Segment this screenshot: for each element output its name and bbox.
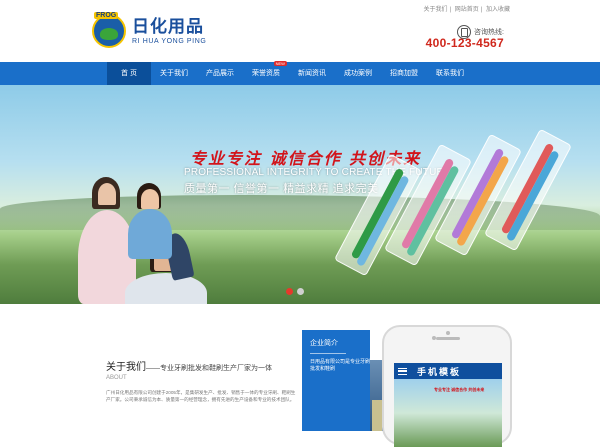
slide-dot-2[interactable] bbox=[297, 288, 304, 295]
nav-item-cases[interactable]: 成功案例 bbox=[335, 62, 381, 85]
logo-text: 日化用品 RI HUA YONG PING bbox=[132, 16, 207, 45]
mobile-preview: 手机模板 专业专注 诚信合作 共创未来 bbox=[382, 325, 512, 447]
menu-icon[interactable] bbox=[398, 367, 407, 375]
nav-label: 新闻资讯 bbox=[297, 70, 326, 77]
nav-item-about[interactable]: 关于我们 bbox=[151, 62, 197, 85]
phone-screen-header: 手机模板 bbox=[394, 363, 502, 379]
nav-item-contact[interactable]: 联系我们 bbox=[427, 62, 473, 85]
nav-label: 荣誉资质 bbox=[251, 70, 280, 77]
intro-text: 日用品有限公司是专业牙刷批发和鞋刷 bbox=[310, 359, 371, 372]
banner-child-face bbox=[141, 189, 159, 209]
phone-screen: 手机模板 专业专注 诚信合作 共创未来 bbox=[394, 363, 502, 447]
logo-badge-text: FROG bbox=[94, 12, 119, 19]
nav-item-honors[interactable]: 荣誉资质 NEW bbox=[243, 61, 289, 85]
nav-item-home[interactable]: 首 页 bbox=[107, 62, 151, 85]
nav-item-franchise[interactable]: 招商加盟 bbox=[381, 62, 427, 85]
site-header: FROG 日化用品 RI HUA YONG PING 关于我们 | 网站首页 | 加… bbox=[0, 0, 600, 62]
nav-label: 关于我们 bbox=[159, 70, 188, 77]
nav-item-news[interactable]: 新闻资讯 bbox=[289, 62, 335, 85]
nav-label: 招商加盟 bbox=[389, 70, 418, 77]
toplink-home[interactable]: 网站首页 bbox=[455, 7, 479, 13]
banner-father-figure bbox=[125, 273, 207, 304]
about-subtitle: ——专业牙刷批发和鞋刷生产厂家为一体 bbox=[146, 365, 272, 372]
phone-screen-banner: 专业专注 诚信合作 共创未来 bbox=[394, 379, 502, 447]
main-nav: 首 页 关于我们 产品展示 荣誉资质 NEW 新闻资讯 成功案例 招商加盟 联系我… bbox=[0, 61, 600, 85]
phone-screen-title: 手机模板 bbox=[417, 367, 462, 378]
about-section: 关于我们——专业牙刷批发和鞋刷生产厂家为一体 ABOUT 广州日化用品有限公司创… bbox=[106, 358, 296, 403]
nav-label: 联系我们 bbox=[435, 70, 464, 77]
logo-pinyin: RI HUA YONG PING bbox=[132, 37, 207, 45]
frog-face-shape bbox=[100, 28, 118, 40]
banner-mother-face bbox=[98, 183, 116, 205]
nav-label: 产品展示 bbox=[205, 70, 234, 77]
phone-speaker bbox=[436, 337, 460, 340]
banner-child-figure bbox=[128, 209, 172, 259]
toplink-favorite[interactable]: 加入收藏 bbox=[486, 7, 510, 13]
new-badge: NEW bbox=[273, 61, 287, 66]
phone-banner-slogan: 专业专注 诚信合作 共创未来 bbox=[434, 387, 485, 392]
company-intro-panel[interactable]: 企业简介 日用品有限公司是专业牙刷批发和鞋刷 bbox=[302, 330, 370, 431]
top-links: 关于我们 | 网站首页 | 加入收藏 bbox=[423, 7, 510, 13]
slide-dot-1[interactable] bbox=[286, 288, 293, 295]
banner-subslogan: 质量第一 信誉第一 精益求精 追求完美 bbox=[184, 183, 379, 195]
building-base-image bbox=[372, 400, 382, 431]
intro-title: 企业简介 bbox=[310, 340, 338, 347]
about-label: ABOUT bbox=[106, 375, 127, 381]
nav-label: 成功案例 bbox=[343, 70, 372, 77]
banner-pagination bbox=[286, 288, 304, 295]
about-text: 广州日化用品有限公司创建于2005年，是集研发生产、批发、销售于一体的专业牙刷、… bbox=[106, 390, 296, 402]
hero-banner[interactable]: 专业专注 诚信合作 共创未来 PROFESSIONAL INTEGRITY TO… bbox=[0, 85, 600, 304]
intro-divider bbox=[310, 353, 346, 354]
toplink-about[interactable]: 关于我们 bbox=[423, 7, 447, 13]
about-title[interactable]: 关于我们 bbox=[106, 362, 146, 373]
phone-camera-icon bbox=[446, 331, 450, 335]
hotline-number: 400-123-4567 bbox=[425, 36, 504, 50]
frog-logo-icon: FROG bbox=[92, 12, 126, 48]
site-logo[interactable]: FROG 日化用品 RI HUA YONG PING bbox=[92, 12, 207, 48]
about-heading: 关于我们——专业牙刷批发和鞋刷生产厂家为一体 bbox=[106, 358, 296, 373]
nav-label: 首 页 bbox=[121, 70, 137, 77]
nav-item-products[interactable]: 产品展示 bbox=[197, 62, 243, 85]
logo-name: 日化用品 bbox=[132, 16, 204, 36]
